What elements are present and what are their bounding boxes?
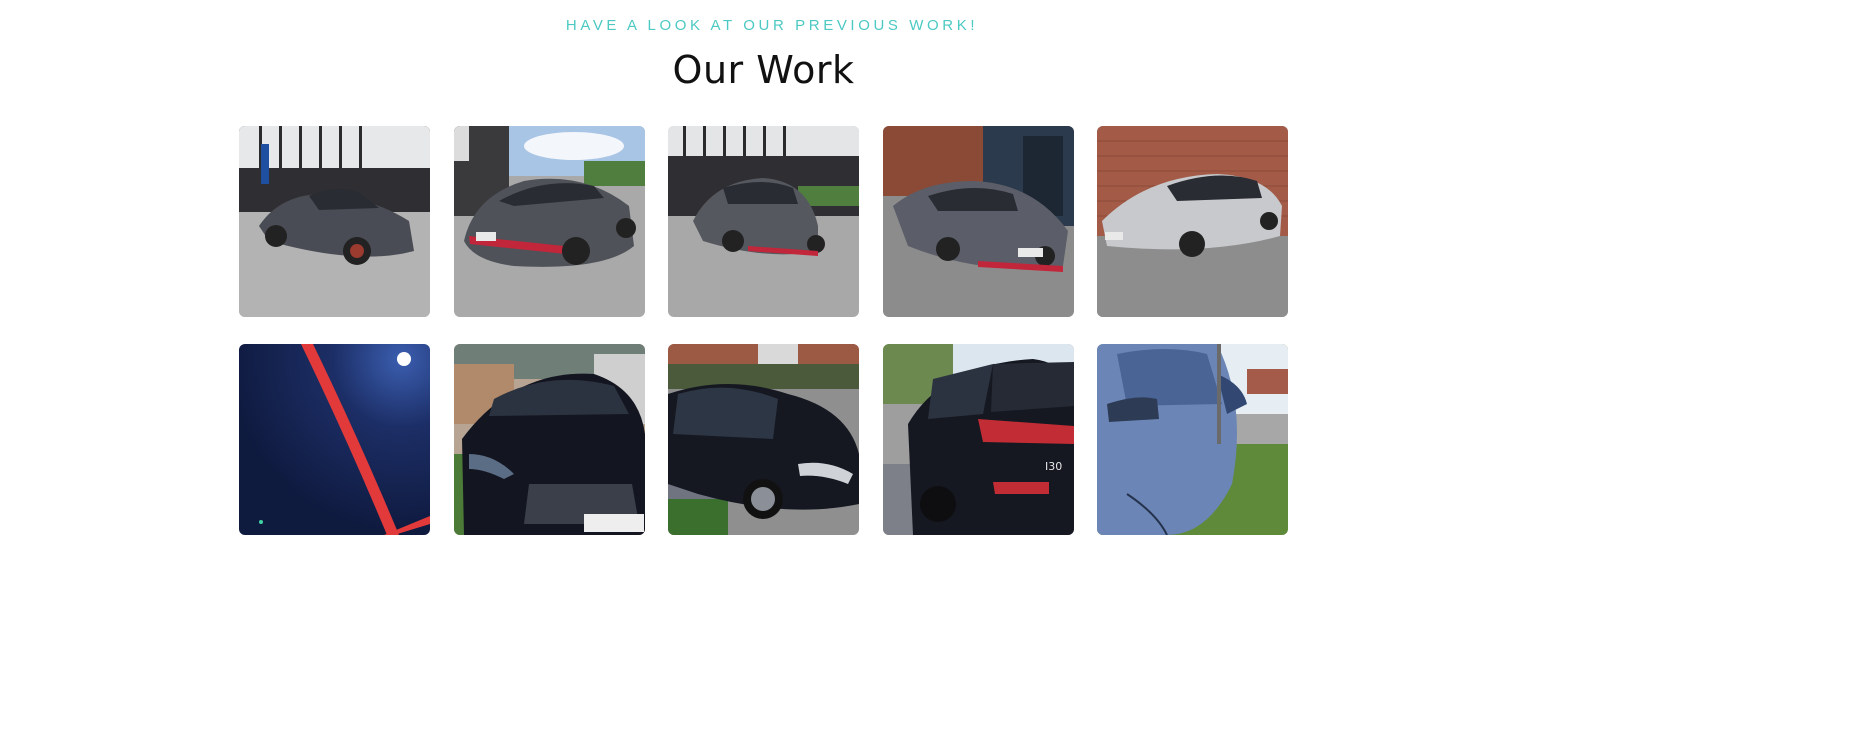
- gallery-photo-6[interactable]: [239, 344, 430, 535]
- gallery-photo-9[interactable]: I30: [882, 344, 1074, 535]
- gallery-photo-7[interactable]: [453, 344, 645, 535]
- car-photo-icon: [453, 344, 645, 535]
- car-photo-icon: [1097, 344, 1288, 535]
- gallery-grid: I30: [239, 126, 1289, 535]
- car-photo-icon: [239, 126, 430, 317]
- car-photo-icon: [668, 126, 859, 317]
- car-photo-icon: [1097, 126, 1288, 317]
- gallery-photo-2[interactable]: [453, 126, 645, 317]
- car-photo-icon: [453, 126, 645, 317]
- gallery-photo-8[interactable]: [668, 344, 859, 535]
- gallery-photo-10[interactable]: [1097, 344, 1288, 535]
- gallery-photo-1[interactable]: [239, 126, 430, 317]
- car-photo-icon: [882, 126, 1074, 317]
- car-photo-icon: [668, 344, 859, 535]
- section-eyebrow: HAVE A LOOK AT OUR PREVIOUS WORK!: [565, 17, 979, 34]
- section-title: Our Work: [672, 48, 855, 92]
- car-photo-icon: [239, 344, 430, 535]
- badge-text: I30: [1045, 460, 1062, 473]
- gallery-photo-3[interactable]: [668, 126, 859, 317]
- gallery-photo-5[interactable]: [1097, 126, 1288, 317]
- car-photo-icon: I30: [882, 344, 1074, 535]
- gallery-photo-4[interactable]: [882, 126, 1074, 317]
